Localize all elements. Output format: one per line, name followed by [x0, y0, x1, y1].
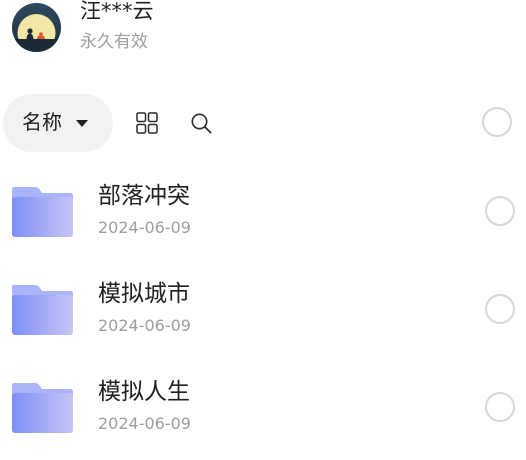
row-checkbox[interactable] [485, 392, 515, 422]
select-all-checkbox[interactable] [482, 107, 512, 137]
caret-down-icon [76, 120, 88, 127]
circle-checkbox-icon [482, 107, 512, 137]
search-button[interactable] [190, 112, 214, 136]
list-item[interactable]: 部落冲突 2024-06-09 [0, 166, 526, 264]
search-icon [191, 113, 212, 134]
avatar[interactable] [12, 3, 61, 52]
row-checkbox[interactable] [485, 294, 515, 324]
folder-date: 2024-06-09 [98, 218, 191, 237]
toolbar: 名称 [0, 93, 526, 153]
folder-name: 模拟城市 [98, 281, 190, 307]
folder-icon [12, 383, 73, 433]
sort-label: 名称 [22, 110, 62, 134]
list-item[interactable]: 模拟人生 2024-06-09 [0, 362, 526, 460]
user-name: 汪***云 [80, 0, 154, 23]
grid-view-icon [136, 112, 158, 134]
file-list: 部落冲突 2024-06-09 模拟城市 2024-06-09 模拟人生 202… [0, 166, 526, 433]
sort-by-button[interactable]: 名称 [3, 94, 113, 152]
membership-status: 永久有效 [80, 32, 148, 52]
folder-date: 2024-06-09 [98, 316, 191, 335]
row-checkbox[interactable] [485, 196, 515, 226]
list-item[interactable]: 模拟城市 2024-06-09 [0, 264, 526, 362]
folder-icon [12, 187, 73, 237]
folder-name: 部落冲突 [98, 183, 190, 209]
folder-icon [12, 285, 73, 335]
folder-date: 2024-06-09 [98, 414, 191, 433]
folder-name: 模拟人生 [98, 379, 190, 405]
user-header: 汪***云 永久有效 [0, 0, 526, 70]
grid-view-button[interactable] [136, 112, 158, 134]
avatar-image [12, 3, 61, 52]
